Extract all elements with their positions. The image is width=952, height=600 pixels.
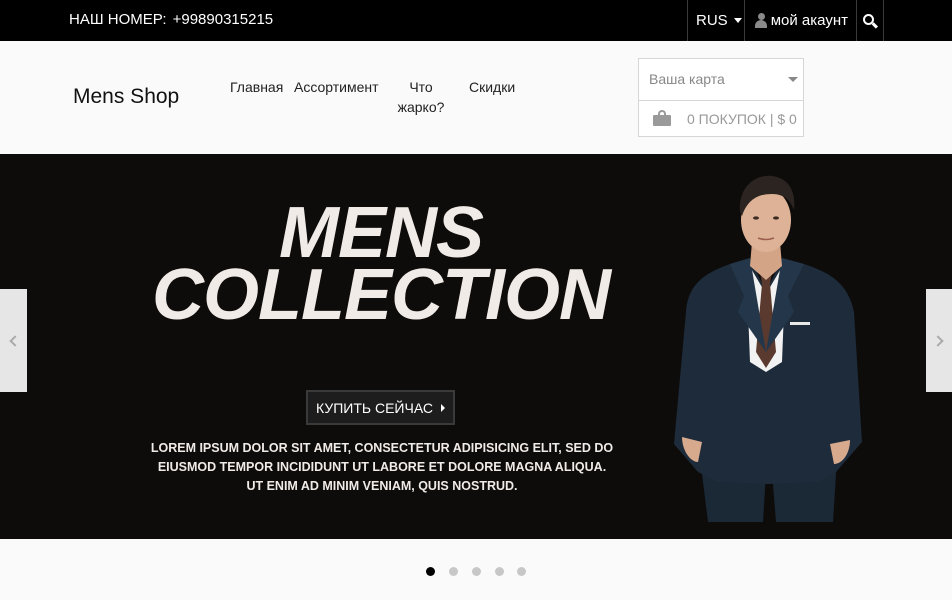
nav-item-whats-hot[interactable]: Что жарко? xyxy=(396,77,446,117)
chevron-right-icon xyxy=(932,334,944,347)
hero-slider: MENS COLLECTION КУПИТЬ СЕЙЧАС LOREM IPSU… xyxy=(0,154,952,539)
topbar-actions: RUS мой акаунт xyxy=(687,0,884,41)
account-label: мой акаунт xyxy=(770,12,848,29)
nav-item-assortment[interactable]: Ассортимент xyxy=(294,77,379,97)
hero-description: LOREM IPSUM DOLOR SIT AMET, CONSECTETUR … xyxy=(150,441,614,493)
slider-dot[interactable] xyxy=(426,567,435,576)
hero-title-line2: COLLECTION xyxy=(152,255,611,335)
search-button[interactable] xyxy=(857,0,884,41)
buy-now-label: КУПИТЬ СЕЙЧАС xyxy=(316,399,433,416)
shopping-bag-icon xyxy=(653,110,671,126)
search-icon xyxy=(863,13,879,28)
chevron-left-icon xyxy=(9,334,21,347)
cart-dropdown-label: Ваша карта xyxy=(649,71,725,87)
slider-prev-button[interactable] xyxy=(0,289,27,392)
slider-dot[interactable] xyxy=(472,567,481,576)
cart-widget: Ваша карта 0 ПОКУПОК | $ 0 xyxy=(638,58,804,137)
model-image xyxy=(674,175,862,522)
caret-down-icon xyxy=(733,18,742,23)
language-selector[interactable]: RUS xyxy=(688,0,745,41)
nav-item-home[interactable]: Главная xyxy=(230,77,283,97)
site-header: Mens Shop Главная Ассортимент Что жарко?… xyxy=(0,41,952,154)
slider-dot[interactable] xyxy=(449,567,458,576)
language-label: RUS xyxy=(696,12,728,29)
slider-dot[interactable] xyxy=(495,567,504,576)
phone-info: НАШ НОМЕР: +99890315215 xyxy=(69,11,273,28)
user-icon xyxy=(755,13,767,28)
slider-dot[interactable] xyxy=(517,567,526,576)
cart-summary[interactable]: 0 ПОКУПОК | $ 0 xyxy=(639,101,803,136)
buy-now-button[interactable]: КУПИТЬ СЕЙЧАС xyxy=(306,390,455,425)
cart-dropdown[interactable]: Ваша карта xyxy=(639,59,803,101)
cart-summary-text: 0 ПОКУПОК | $ 0 xyxy=(687,111,797,127)
account-link[interactable]: мой акаунт xyxy=(745,0,857,41)
caret-down-icon xyxy=(788,77,798,82)
hero-title: MENS COLLECTION xyxy=(150,197,612,335)
site-logo[interactable]: Mens Shop xyxy=(73,85,179,109)
nav-item-discounts[interactable]: Скидки xyxy=(469,77,515,97)
slider-pagination xyxy=(0,539,952,600)
arrow-right-icon xyxy=(440,403,445,412)
top-bar: НАШ НОМЕР: +99890315215 RUS мой акаунт xyxy=(0,0,952,41)
phone-label: НАШ НОМЕР: xyxy=(69,11,167,28)
phone-number[interactable]: +99890315215 xyxy=(173,11,274,28)
slider-next-button[interactable] xyxy=(926,289,952,392)
